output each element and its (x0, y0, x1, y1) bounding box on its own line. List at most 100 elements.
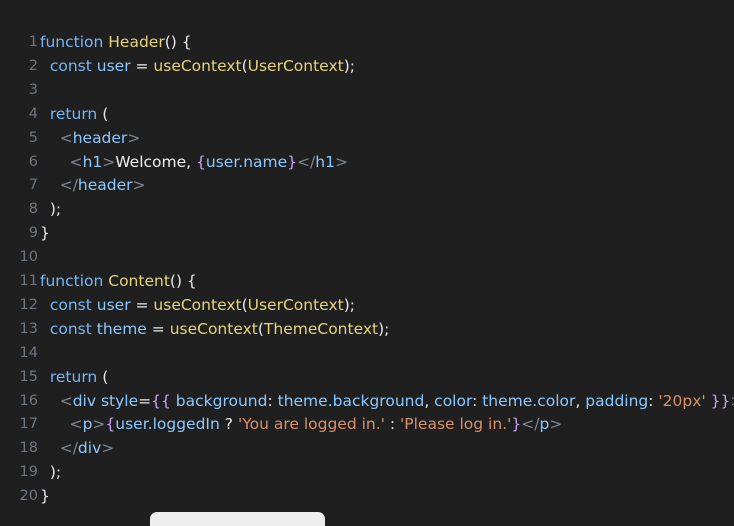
code-token: 'Please log in.' (400, 415, 512, 434)
code-token: () { (169, 272, 197, 290)
code-token: header (72, 128, 128, 147)
code-editor[interactable]: 1 function Header() {2 const user = useCo… (0, 0, 734, 521)
code-token: theme.background (277, 391, 425, 410)
line-number: 12 (19, 296, 38, 313)
code-token: 'You are logged in.' (237, 415, 385, 434)
code-token: style (100, 391, 139, 410)
code-text: return ( (40, 365, 108, 389)
code-token: ); (343, 295, 355, 314)
code-token: theme (96, 319, 147, 338)
line-number: 11 (19, 273, 38, 289)
line-number: 7 (28, 177, 38, 194)
code-line[interactable]: 9} (0, 221, 734, 245)
code-line[interactable]: 16 <div style={{ background: theme.backg… (0, 389, 734, 413)
code-token: function (40, 33, 109, 51)
code-token: </ (297, 152, 316, 171)
code-line[interactable]: 20} (0, 484, 734, 508)
code-text: } (40, 484, 50, 508)
code-token: = (146, 319, 170, 338)
code-text: const user = useContext(UserContext); (40, 293, 355, 317)
code-token: { (105, 415, 116, 434)
code-token: > (92, 415, 106, 434)
code-token: return (40, 367, 103, 386)
code-token: user (96, 56, 131, 75)
code-line[interactable]: 5 <header> (0, 126, 734, 150)
code-line[interactable]: 6 <h1>Welcome, {user.name}</h1> (0, 150, 734, 174)
code-text: <header> (40, 126, 141, 150)
code-text: <h1>Welcome, {user.name}</h1> (40, 150, 348, 174)
code-token: > (127, 128, 141, 147)
code-text: } (40, 221, 50, 245)
code-text: ); (40, 460, 61, 484)
line-number: 3 (28, 81, 38, 98)
code-line[interactable]: 18 </div> (0, 436, 734, 460)
code-token: } (40, 487, 50, 506)
code-line[interactable]: 19 ); (0, 460, 734, 484)
code-line[interactable]: 3 (0, 78, 734, 102)
line-number: 9 (28, 225, 38, 242)
code-token: ? (219, 415, 238, 434)
code-token: < (40, 152, 83, 171)
code-token: return (40, 104, 103, 123)
code-token: > (730, 392, 734, 410)
code-text: < p >{user.loggedIn ? 'You are logged in.'… (40, 412, 563, 436)
code-token: p (539, 415, 550, 434)
code-text: ); (40, 197, 61, 221)
code-text: <div style={{ background: theme.backgrou… (40, 389, 734, 413)
code-token: h1 (82, 152, 103, 171)
code-line[interactable]: 7 </header> (0, 173, 734, 197)
code-token: Content (108, 272, 170, 290)
code-token: > (102, 152, 116, 171)
line-number: 2 (28, 57, 38, 74)
code-token: = (130, 56, 154, 75)
code-token: '20px' (658, 391, 706, 410)
code-token: useContext (169, 319, 258, 338)
code-token: : (267, 391, 278, 410)
code-token: function (40, 272, 109, 290)
code-line[interactable]: 15 return ( (0, 365, 734, 389)
line-number: 19 (19, 464, 38, 481)
code-token: = (138, 391, 152, 410)
code-text: function Header() { (40, 30, 192, 54)
line-number: 16 (19, 392, 38, 409)
code-line[interactable]: 1 function Header() { (0, 30, 734, 54)
code-line[interactable]: 12 const user = useContext(UserContext); (0, 293, 734, 317)
code-line[interactable]: 10 (0, 245, 734, 269)
code-token: background (175, 391, 268, 410)
code-token: const (40, 56, 97, 75)
code-token: < (40, 415, 83, 434)
code-token: {{ (151, 391, 176, 410)
code-token: } (511, 415, 522, 434)
code-text: const theme = useContext(ThemeContext); (40, 317, 390, 341)
code-line[interactable]: 17 <p>{user.loggedIn ? 'You are logged i… (0, 412, 734, 436)
code-token: > (101, 439, 115, 458)
line-number: 13 (19, 320, 38, 337)
code-token: </ (40, 439, 78, 458)
code-line[interactable]: 13 const theme = useContext(ThemeContext… (0, 317, 734, 341)
code-token: : (384, 415, 401, 434)
code-token: </ (40, 176, 78, 195)
code-token: , (575, 391, 586, 410)
code-token: ( (102, 367, 109, 386)
code-token: : (648, 391, 659, 410)
code-line[interactable]: 8 ); (0, 197, 734, 221)
code-token: : (472, 391, 483, 410)
code-token: useContext (153, 295, 242, 314)
code-line[interactable]: 2 const user = useContext(UserContext); (0, 54, 734, 78)
code-token: } (287, 152, 298, 171)
caption-fragment (150, 512, 325, 526)
code-text: </header> (40, 173, 146, 197)
code-token: user.name (205, 152, 288, 171)
code-token: user.loggedIn (115, 415, 220, 434)
code-token: < (40, 128, 73, 147)
code-line[interactable]: 11 function Content() { (0, 269, 734, 293)
code-token: div (72, 391, 101, 410)
code-line[interactable]: 4 return ( (0, 102, 734, 126)
line-number: 15 (19, 368, 38, 385)
code-token: </ (521, 415, 540, 434)
code-token: } (40, 224, 50, 243)
code-token: () { (164, 33, 192, 51)
code-token: useContext (153, 56, 242, 75)
code-line[interactable]: 14 (0, 341, 734, 365)
code-token: }} (705, 391, 731, 410)
